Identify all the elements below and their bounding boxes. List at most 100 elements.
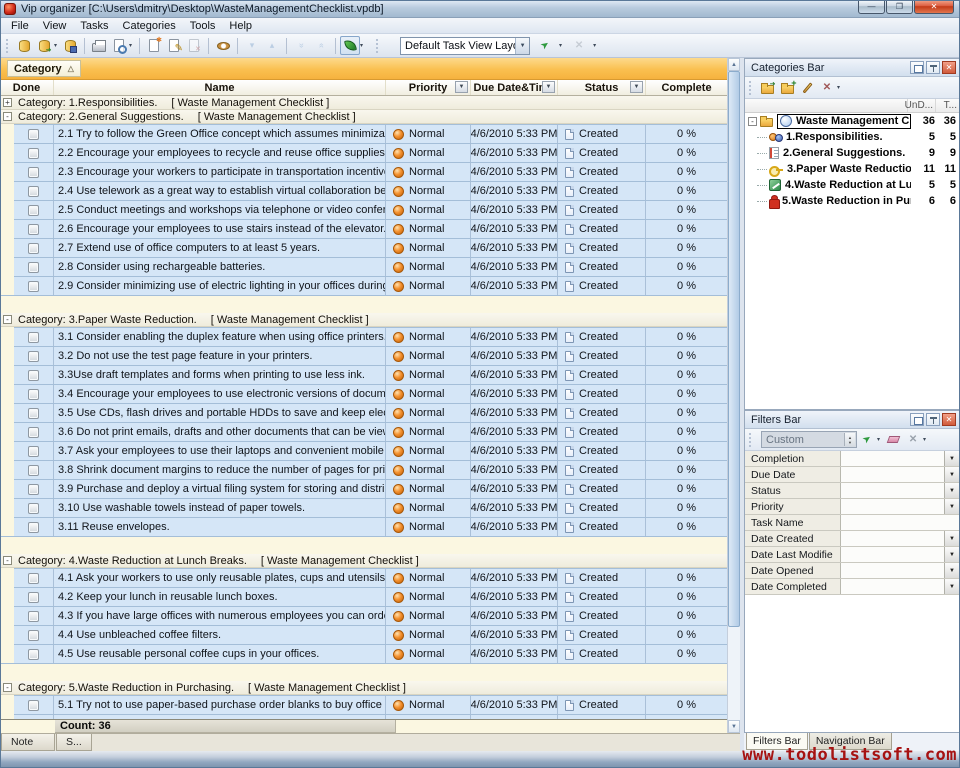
tree-collapse-icon[interactable]: - (748, 117, 757, 126)
filter-dropdown-icon[interactable]: ▼ (944, 467, 959, 482)
menu-item-tools[interactable]: Tools (183, 19, 223, 33)
priority-filter-dropdown-icon[interactable]: ▼ (455, 81, 468, 93)
categories-options-caret-icon[interactable]: ▾ (837, 84, 840, 91)
task-row[interactable]: 3.5 Use CDs, flash drives and portable H… (14, 403, 727, 422)
save-database-icon[interactable] (60, 36, 80, 55)
task-row[interactable]: 5.1 Try not to use paper-based purchase … (14, 695, 727, 714)
add-subcategory-icon[interactable] (777, 79, 797, 97)
task-row[interactable]: 3.8 Shrink document margins to reduce th… (14, 460, 727, 479)
tab-note[interactable]: Note (1, 734, 55, 751)
task-row[interactable]: 2.7 Extend use of office computers to at… (14, 238, 727, 257)
filter-value-field[interactable] (841, 579, 944, 594)
task-checkbox[interactable] (28, 351, 39, 362)
filter-value-field[interactable] (841, 451, 944, 466)
menu-item-categories[interactable]: Categories (116, 19, 183, 33)
task-row[interactable]: 2.9 Consider minimizing use of electric … (14, 276, 727, 295)
move-up-icon[interactable]: ▴ (262, 36, 282, 55)
task-row[interactable]: 4.1 Ask your workers to use only reusabl… (14, 568, 727, 587)
filter-value-field[interactable] (841, 499, 944, 514)
task-checkbox[interactable] (28, 129, 39, 140)
close-pane-icon[interactable]: ✕ (942, 413, 956, 426)
collapse-icon[interactable]: - (3, 112, 12, 121)
close-button[interactable]: ✕ (914, 0, 954, 14)
category-tree-item[interactable]: 5.Waste Reduction in Purch66 (745, 193, 959, 209)
task-row[interactable]: 3.2 Do not use the test page feature in … (14, 346, 727, 365)
category-tree-item[interactable]: 3.Paper Waste Reduction.1111 (745, 161, 959, 177)
column-header-complete[interactable]: Complete (645, 80, 727, 95)
edit-category-icon[interactable] (797, 79, 817, 97)
task-row[interactable]: 4.5 Use reusable personal coffee cups in… (14, 644, 727, 663)
task-row[interactable]: 3.10 Use washable towels instead of pape… (14, 498, 727, 517)
toolbar-grip[interactable] (749, 81, 753, 95)
move-bottom-icon[interactable]: » (291, 36, 311, 55)
task-checkbox[interactable] (28, 167, 39, 178)
task-checkbox[interactable] (28, 148, 39, 159)
category-group-row[interactable]: -Category: 4.Waste Reduction at Lunch Br… (0, 554, 727, 568)
edit-task-icon[interactable] (164, 36, 184, 55)
task-checkbox[interactable] (28, 389, 39, 400)
task-row[interactable]: 3.3Use draft templates and forms when pr… (14, 365, 727, 384)
new-category-icon[interactable] (757, 79, 777, 97)
filter-value-field[interactable] (841, 483, 944, 498)
layout-dropdown-caret-icon[interactable]: ▾ (559, 42, 562, 49)
task-checkbox[interactable] (28, 262, 39, 273)
save-layout-icon[interactable]: ➤ (535, 36, 555, 55)
task-row[interactable]: 2.5 Conduct meetings and workshops via t… (14, 200, 727, 219)
scrollbar-thumb[interactable] (728, 71, 740, 627)
filter-dropdown-icon[interactable]: ▼ (944, 531, 959, 546)
task-checkbox[interactable] (28, 332, 39, 343)
column-header-undone[interactable]: UnD... (907, 99, 935, 112)
filter-dropdown-icon[interactable]: ▼ (944, 483, 959, 498)
open-database-icon[interactable] (34, 36, 54, 55)
task-checkbox[interactable] (28, 484, 39, 495)
task-row[interactable]: 3.4 Encourage your employees to use elec… (14, 384, 727, 403)
minimize-button[interactable]: — (858, 0, 885, 14)
scroll-down-icon[interactable]: ▼ (728, 720, 740, 733)
task-row[interactable]: 2.3 Encourage your workers to participat… (14, 162, 727, 181)
task-checkbox[interactable] (28, 186, 39, 197)
move-top-icon[interactable]: « (311, 36, 331, 55)
task-row[interactable]: 2.4 Use telework as a great way to estab… (14, 181, 727, 200)
filter-value-field[interactable] (841, 531, 944, 546)
category-group-row[interactable]: -Category: 5.Waste Reduction in Purchasi… (0, 681, 727, 695)
task-row[interactable]: 3.7 Ask your employees to use their lapt… (14, 441, 727, 460)
toolbar-grip[interactable] (749, 433, 753, 447)
clear-filter-icon[interactable] (883, 431, 903, 449)
menu-item-help[interactable]: Help (222, 19, 259, 33)
combobox-spinner-icon[interactable]: ▲▼ (844, 433, 855, 446)
float-pane-icon[interactable] (910, 413, 924, 426)
menu-item-view[interactable]: View (36, 19, 74, 33)
due-filter-dropdown-icon[interactable]: ▼ (542, 81, 555, 93)
dropdown-caret-icon[interactable]: ▾ (129, 42, 132, 49)
task-row[interactable]: 3.1 Consider enabling the duplex feature… (14, 327, 727, 346)
filter-dropdown-icon[interactable]: ▼ (944, 499, 959, 514)
task-row[interactable]: 2.8 Consider using rechargeable batterie… (14, 257, 727, 276)
collapse-icon[interactable]: - (3, 683, 12, 692)
toolbar-options-caret-icon[interactable]: ▾ (593, 42, 596, 49)
task-row[interactable]: 4.4 Use unbleached coffee filters.Normal… (14, 625, 727, 644)
filter-dropdown-icon[interactable]: ▼ (944, 563, 959, 578)
print-preview-icon[interactable] (109, 36, 129, 55)
menu-item-file[interactable]: File (4, 19, 36, 33)
column-header-due[interactable]: Due Date&Time ▼ (470, 80, 557, 95)
task-checkbox[interactable] (28, 522, 39, 533)
filter-value-field[interactable] (841, 515, 959, 530)
filter-dropdown-icon[interactable]: ▼ (944, 547, 959, 562)
scroll-up-icon[interactable]: ▲ (728, 58, 740, 71)
close-pane-icon[interactable]: ✕ (942, 61, 956, 74)
view-task-icon[interactable] (213, 36, 233, 55)
toolbar-grip[interactable] (376, 39, 380, 53)
new-database-icon[interactable] (14, 36, 34, 55)
task-checkbox[interactable] (28, 465, 39, 476)
pin-pane-icon[interactable] (926, 413, 940, 426)
pin-pane-icon[interactable] (926, 61, 940, 74)
collapse-icon[interactable]: - (3, 556, 12, 565)
task-row[interactable]: 2.6 Encourage your employees to use stai… (14, 219, 727, 238)
apply-filter-icon[interactable]: ➤ (857, 431, 877, 449)
category-tree-root[interactable]: -Waste Management Checkli:3636 (745, 113, 959, 129)
filter-dropdown-icon[interactable]: ▼ (944, 579, 959, 594)
column-header-priority[interactable]: Priority ▼ (385, 80, 470, 95)
status-filter-dropdown-icon[interactable]: ▼ (630, 81, 643, 93)
filter-dropdown-icon[interactable]: ▼ (944, 451, 959, 466)
task-checkbox[interactable] (28, 427, 39, 438)
